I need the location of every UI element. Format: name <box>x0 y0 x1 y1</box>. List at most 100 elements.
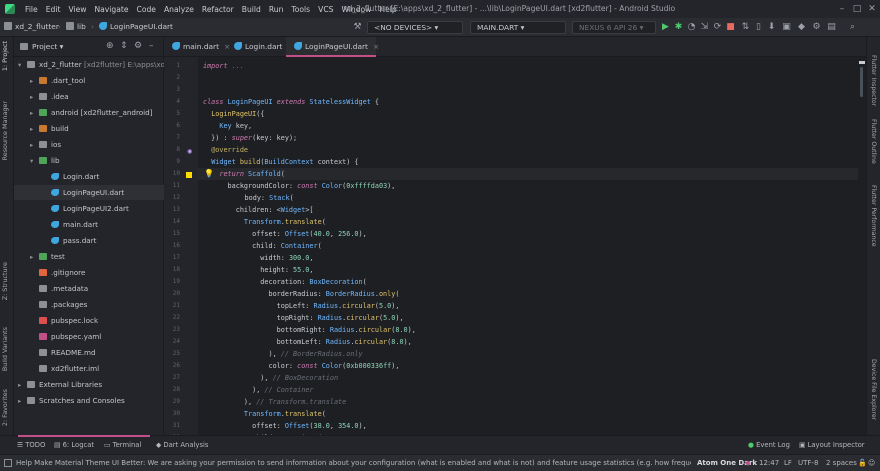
code-line[interactable]: borderRadius: BorderRadius.only( <box>203 288 399 300</box>
notifications-icon[interactable]: ☺ <box>868 459 875 467</box>
expand-arrow-icon[interactable]: ▾ <box>30 154 39 169</box>
code-line[interactable]: child: Container( <box>203 240 322 252</box>
code-line[interactable]: body: Stack( <box>220 192 294 204</box>
locate-file-icon[interactable]: ⊕ <box>106 41 114 51</box>
file-encoding[interactable]: UTF-8 <box>798 459 818 467</box>
tree-item[interactable]: ▾ xd_2_flutter [xd2flutter] E:\apps\xd_2_… <box>14 57 199 73</box>
tree-item[interactable]: ▸ test <box>14 249 164 264</box>
code-line[interactable]: @override <box>203 144 248 156</box>
flutter-icon[interactable]: ◆ <box>796 22 807 33</box>
menu-file[interactable]: File <box>21 5 42 14</box>
close-icon[interactable]: ✕ <box>866 3 878 15</box>
structure-icon[interactable]: ▤ <box>826 22 837 33</box>
dart-analysis-tool-button[interactable]: ◆ Dart Analysis <box>156 441 208 449</box>
sync-project-icon[interactable]: ⇅ <box>740 22 751 33</box>
menu-edit[interactable]: Edit <box>42 5 65 14</box>
sdk-manager-icon[interactable]: ⬇ <box>766 22 777 33</box>
code-line[interactable]: height: 55.0, <box>203 264 313 276</box>
breadcrumb-file[interactable]: LoginPageUI.dart <box>99 22 173 31</box>
tree-item[interactable]: ▸ Scratches and Consoles <box>14 393 164 408</box>
tree-item[interactable]: pubspec.lock <box>14 313 164 328</box>
tab-structure[interactable]: Z: Structure <box>1 262 9 300</box>
menu-run[interactable]: Run <box>265 5 288 14</box>
layout-inspector-button[interactable]: ▣ Layout Inspector <box>799 441 865 449</box>
code-line[interactable]: color: const Color(0xb000336ff), <box>203 360 399 372</box>
tree-item[interactable]: README.md <box>14 345 164 360</box>
attach-debugger-icon[interactable]: ⇲ <box>699 22 710 33</box>
expand-arrow-icon[interactable]: ▸ <box>30 74 39 89</box>
code-editor[interactable]: 💡 import ... class LoginPageUI extends St… <box>198 57 858 435</box>
settings-icon[interactable]: ⚙ <box>134 41 142 51</box>
expand-arrow-icon[interactable]: ▸ <box>30 106 39 121</box>
run-config-selector[interactable]: MAIN.DART ▾ <box>470 21 566 34</box>
tree-item[interactable]: ▾ lib <box>14 153 164 168</box>
tab-login-dart[interactable]: Login.dart× <box>226 37 294 57</box>
code-line[interactable]: return Scaffold( <box>203 168 285 180</box>
tab-build-variants[interactable]: Build Variants <box>1 327 9 371</box>
code-line[interactable]: children: <Widget>[ <box>203 204 314 216</box>
tree-item[interactable]: ▸ External Libraries <box>14 377 164 392</box>
tab-favorites[interactable]: 2: Favorites <box>1 389 9 426</box>
menu-code[interactable]: Code <box>133 5 160 14</box>
maximize-icon[interactable]: □ <box>851 3 863 15</box>
layout-inspector-icon[interactable]: ▣ <box>781 22 792 33</box>
todo-tool-button[interactable]: ☰ TODO <box>17 441 45 449</box>
tree-item[interactable]: .packages <box>14 297 164 312</box>
line-separator[interactable]: LF <box>784 459 792 467</box>
expand-arrow-icon[interactable]: ▸ <box>30 90 39 105</box>
tree-item[interactable]: pubspec.yaml <box>14 329 164 344</box>
hammer-icon[interactable]: ⚒ <box>352 22 363 33</box>
tree-item[interactable]: ▸ .idea <box>14 89 164 104</box>
logcat-tool-button[interactable]: ▤ 6: Logcat <box>54 441 94 449</box>
avd-selector[interactable]: NEXUS 6 API 26 ▾ <box>572 21 656 34</box>
code-line[interactable]: LoginPageUI({ <box>203 108 264 120</box>
expand-arrow-icon[interactable]: ▸ <box>30 122 39 137</box>
menu-view[interactable]: View <box>64 5 90 14</box>
code-line[interactable]: Transform.translate( <box>203 408 326 420</box>
tree-item[interactable]: main.dart <box>14 217 164 232</box>
debug-icon[interactable]: ✱ <box>673 22 684 33</box>
breadcrumb-project[interactable]: xd_2_flutter <box>4 22 59 31</box>
code-line[interactable]: ), // Transform.translate <box>203 396 346 408</box>
tree-item[interactable]: Login.dart <box>14 169 164 184</box>
code-line[interactable]: Widget build(BuildContext context) { <box>203 156 358 168</box>
menu-navigate[interactable]: Navigate <box>90 5 132 14</box>
project-view-selector[interactable]: Project ▾ <box>32 42 63 51</box>
tree-item[interactable]: .gitignore <box>14 265 164 280</box>
indent-setting[interactable]: 2 spaces <box>826 459 857 467</box>
menu-tools[interactable]: Tools <box>287 5 314 14</box>
tab-flutter-outline[interactable]: Flutter Outline <box>870 119 877 164</box>
expand-arrow-icon[interactable]: ▸ <box>30 138 39 153</box>
code-line[interactable]: }) : super(key: key); <box>203 132 297 144</box>
tab-main-dart[interactable]: main.dart × <box>164 37 230 57</box>
tree-item[interactable]: pass.dart <box>14 233 164 248</box>
status-message[interactable]: Help Make Material Theme UI Better: We a… <box>16 459 691 467</box>
minimize-icon[interactable]: – <box>836 3 848 15</box>
menu-analyze[interactable]: Analyze <box>160 5 198 14</box>
editor-gutter[interactable]: 1 2 3 4 5 6 7 8 9 10 11 12 13 14 15 16 17 18 19 20 21 22 23 24 2… <box>164 57 198 465</box>
override-marker-icon[interactable]: ◉ <box>187 148 192 155</box>
terminal-tool-button[interactable]: ▭ Terminal <box>104 441 141 449</box>
expand-arrow-icon[interactable]: ▸ <box>18 394 27 409</box>
tree-item[interactable]: ▸ .dart_tool <box>14 73 164 88</box>
expand-arrow-icon[interactable]: ▾ <box>18 58 27 73</box>
menu-vcs[interactable]: VCS <box>314 5 337 14</box>
hide-panel-icon[interactable]: – <box>149 41 154 51</box>
run-icon[interactable]: ▶ <box>660 22 671 33</box>
close-tab-icon[interactable]: × <box>373 42 379 51</box>
profile-icon[interactable]: ◔ <box>686 22 697 33</box>
menu-refactor[interactable]: Refactor <box>198 5 238 14</box>
tree-item[interactable]: LoginPageUI.dart <box>14 185 164 200</box>
settings-icon[interactable]: ⚙ <box>811 22 822 33</box>
code-line[interactable]: Key key, <box>203 120 252 132</box>
code-line[interactable]: ), // Container <box>203 384 313 396</box>
toggle-tool-windows-icon[interactable] <box>4 459 12 467</box>
expand-arrow-icon[interactable]: ▸ <box>18 378 27 393</box>
tab-device-file-explorer[interactable]: Device File Explorer <box>870 359 877 420</box>
expand-arrow-icon[interactable]: ▸ <box>30 250 39 265</box>
cursor-time[interactable]: 12:47 <box>759 459 779 467</box>
tab-flutter-inspector[interactable]: Flutter Inspector <box>870 55 877 106</box>
code-line[interactable]: class LoginPageUI extends StatelessWidge… <box>203 96 379 108</box>
tree-item[interactable]: ▸ android [xd2flutter_android] <box>14 105 164 120</box>
scroll-thumb[interactable] <box>860 67 863 97</box>
